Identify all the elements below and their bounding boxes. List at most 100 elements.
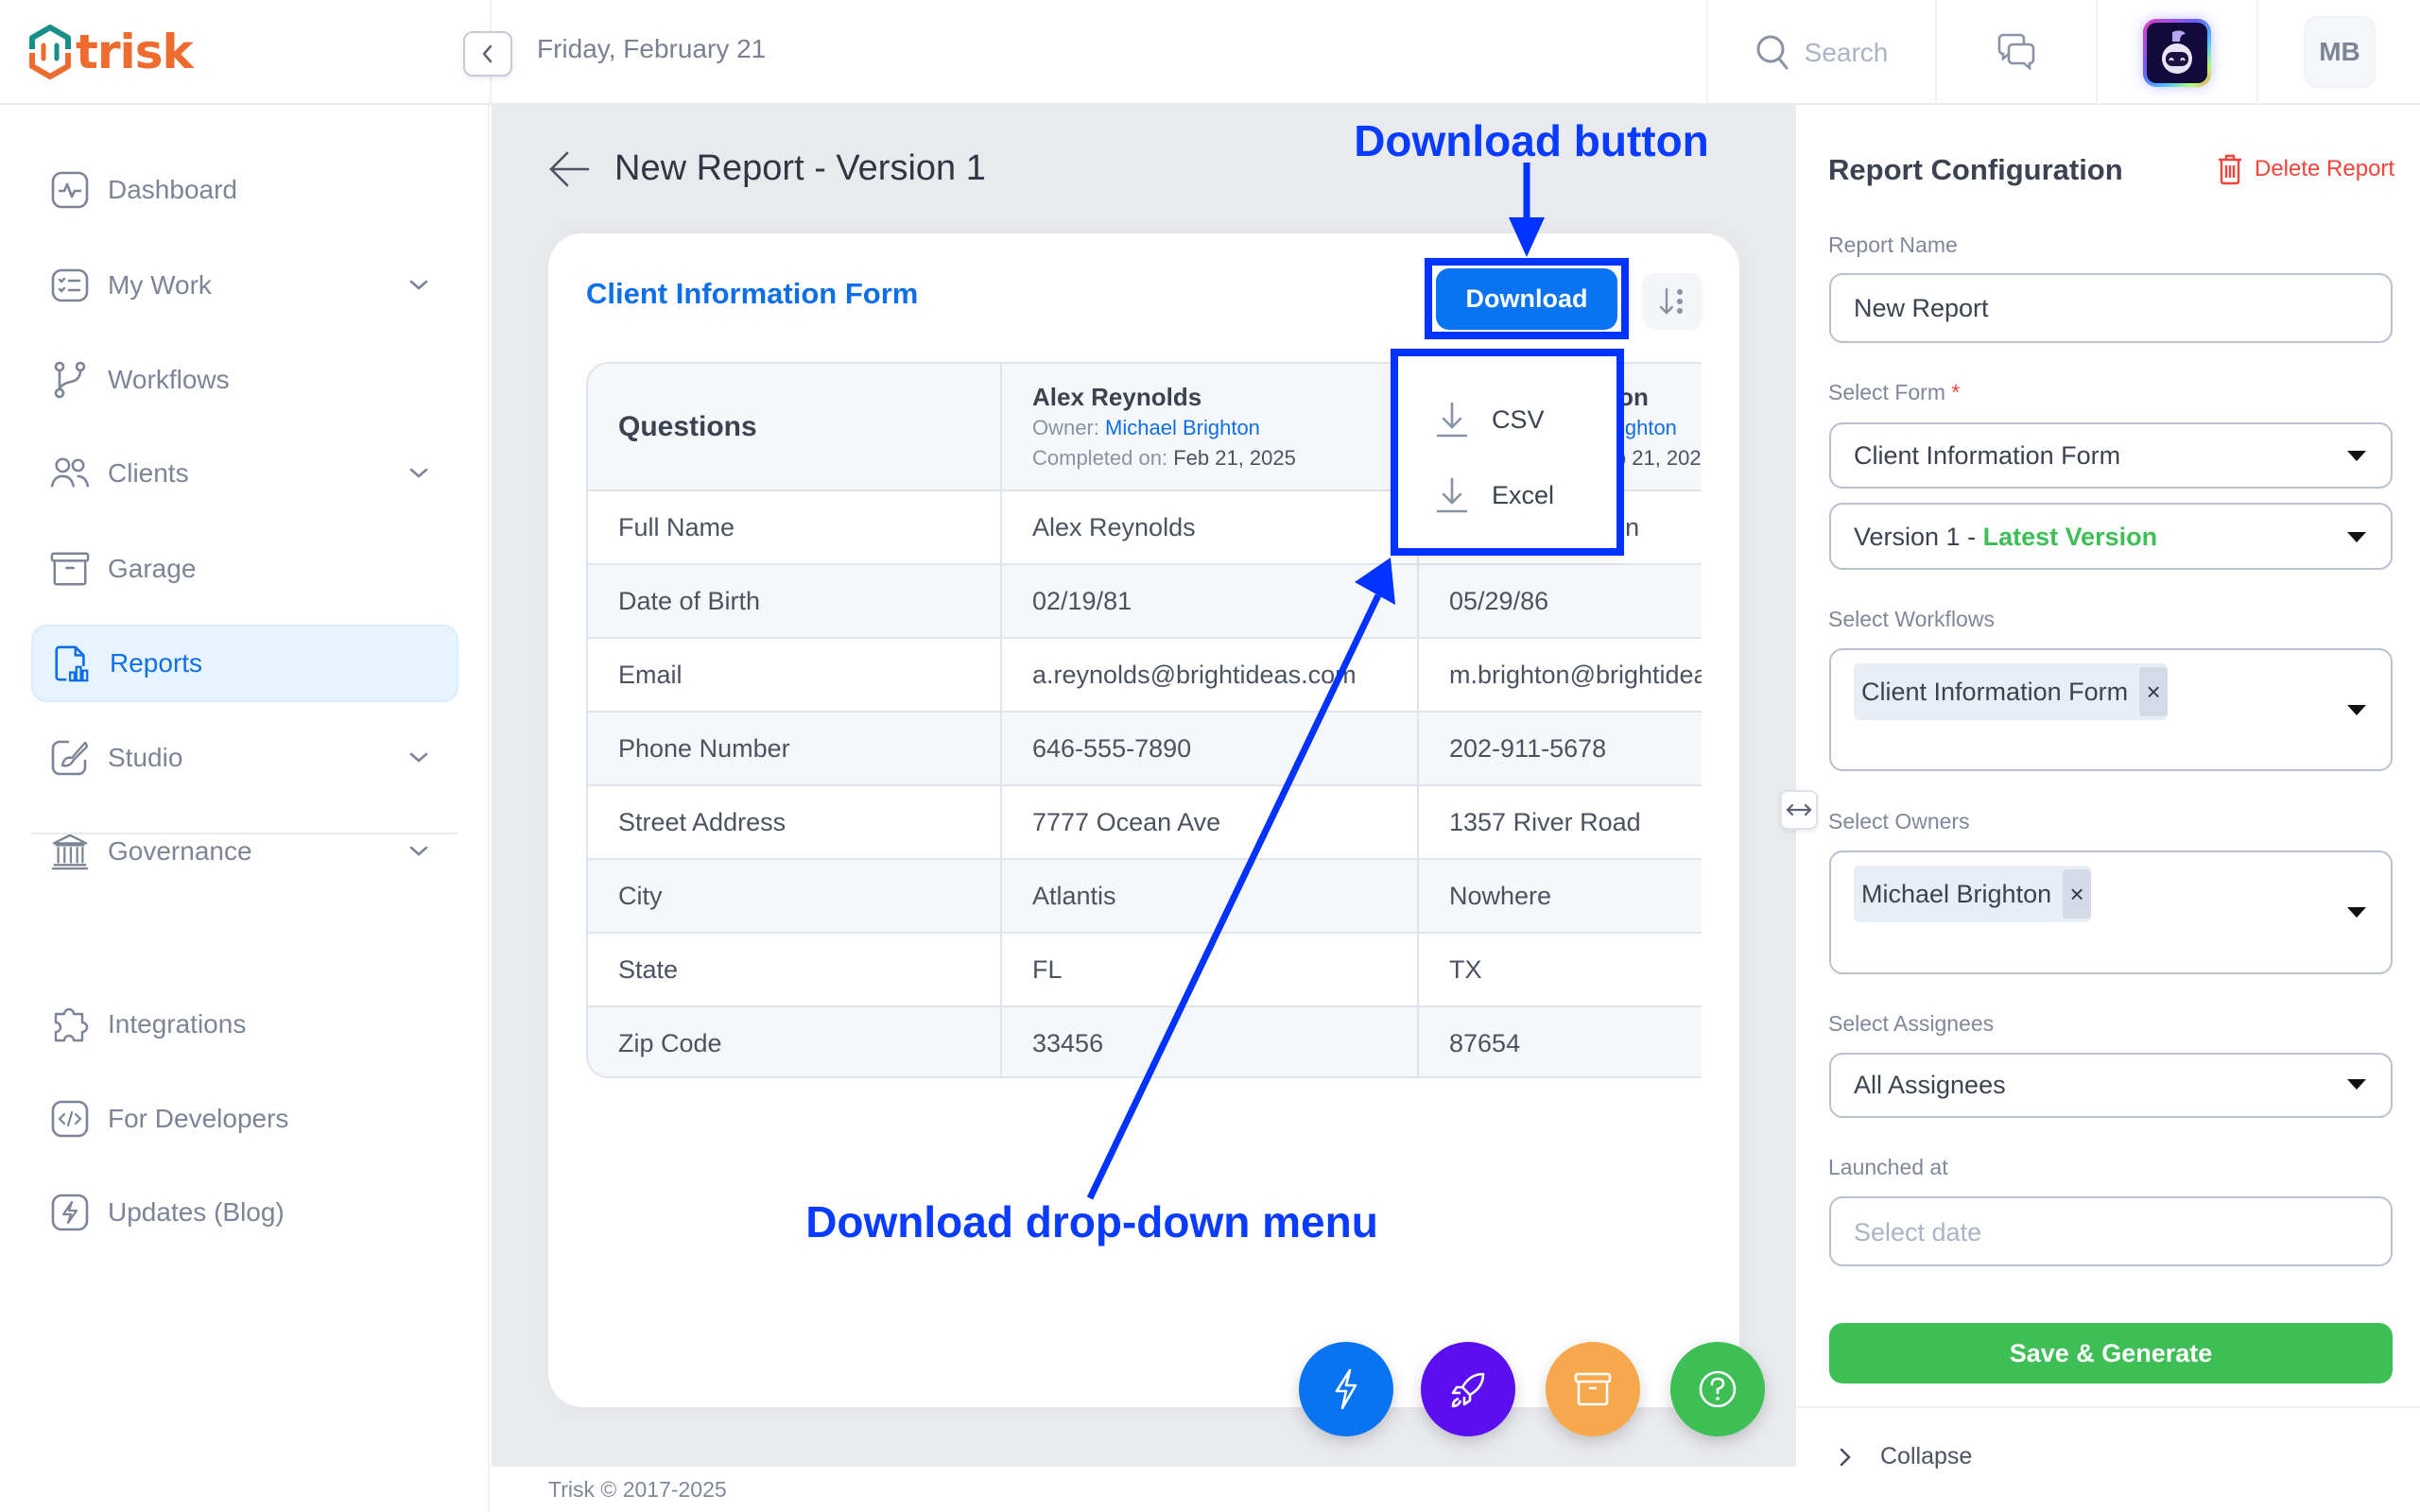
launched-at-label: Launched at bbox=[1828, 1155, 1948, 1179]
answer-cell: 33456 bbox=[1001, 1006, 1419, 1076]
report-name-label: Report Name bbox=[1828, 232, 1958, 257]
git-branch-icon bbox=[50, 360, 90, 400]
ai-assistant-button[interactable] bbox=[2098, 0, 2256, 105]
save-and-generate-button[interactable]: Save & Generate bbox=[1829, 1323, 2393, 1383]
question-cell: Street Address bbox=[588, 785, 1002, 860]
answer-cell: Atlantis bbox=[1001, 859, 1419, 934]
select-workflows-label: Select Workflows bbox=[1828, 607, 1995, 631]
rocket-icon bbox=[1451, 1372, 1485, 1408]
puzzle-icon bbox=[50, 1005, 90, 1044]
chevron-down-icon[interactable] bbox=[406, 745, 432, 771]
search-placeholder: Search bbox=[1804, 37, 1889, 67]
quick-action-fab[interactable] bbox=[1299, 1342, 1393, 1436]
assistant-frame bbox=[2143, 18, 2211, 87]
sort-icon bbox=[1659, 287, 1683, 315]
caret-down-icon bbox=[2347, 532, 2366, 542]
respondent-name: Alex Reynolds bbox=[1032, 382, 1202, 411]
select-form-value: Client Information Form bbox=[1854, 441, 2121, 470]
sidebar-item-my-work[interactable]: My Work bbox=[31, 247, 458, 324]
collapse-sidebar-button[interactable] bbox=[463, 31, 512, 77]
sidebar-item-dashboard[interactable]: Dashboard bbox=[31, 151, 458, 229]
question-cell: Full Name bbox=[588, 490, 1002, 565]
help-fab[interactable] bbox=[1670, 1342, 1765, 1436]
archive-fab[interactable] bbox=[1546, 1342, 1640, 1436]
table-row: State FL TX bbox=[588, 933, 1702, 1007]
owner-link[interactable]: Michael Brighton bbox=[1105, 416, 1260, 439]
owner-chip: Michael Brighton × bbox=[1854, 866, 2092, 922]
answer-cell: 05/29/86 bbox=[1418, 564, 1702, 639]
workflow-chip: Client Information Form × bbox=[1854, 663, 2169, 720]
chevron-left-icon bbox=[482, 44, 493, 63]
launched-at-placeholder: Select date bbox=[1854, 1218, 1982, 1246]
chevron-down-icon[interactable] bbox=[406, 272, 432, 299]
form-title[interactable]: Client Information Form bbox=[586, 277, 918, 311]
panel-resize-handle[interactable] bbox=[1780, 790, 1818, 830]
chip-remove-icon[interactable]: × bbox=[2139, 667, 2169, 716]
version-text: Version 1 - bbox=[1854, 523, 1983, 551]
report-chart-icon bbox=[52, 644, 92, 683]
report-name-value: New Report bbox=[1854, 294, 1989, 322]
chat-bubbles-icon bbox=[1997, 33, 2035, 71]
panel-title: Report Configuration bbox=[1828, 153, 2123, 186]
launched-at-date-input[interactable]: Select date bbox=[1829, 1196, 2393, 1266]
chevron-down-icon[interactable] bbox=[406, 460, 432, 487]
collapse-label: Collapse bbox=[1880, 1443, 1973, 1469]
select-form-dropdown[interactable]: Client Information Form bbox=[1829, 422, 2393, 489]
question-cell: Email bbox=[588, 638, 1002, 713]
sidebar-item-garage[interactable]: Garage bbox=[31, 530, 458, 608]
select-assignees-label: Select Assignees bbox=[1828, 1011, 1995, 1036]
select-assignees-dropdown[interactable]: All Assignees bbox=[1829, 1053, 2393, 1118]
launch-fab[interactable] bbox=[1421, 1342, 1515, 1436]
sidebar-item-label: Workflows bbox=[108, 365, 230, 394]
select-owners-multiselect[interactable]: Michael Brighton × bbox=[1829, 850, 2393, 974]
current-date: Friday, February 21 bbox=[537, 34, 767, 63]
respondent-header: Alex Reynolds Owner: Michael Brighton Co… bbox=[1001, 364, 1419, 491]
sidebar-item-label: For Developers bbox=[108, 1104, 289, 1133]
sidebar-item-integrations[interactable]: Integrations bbox=[31, 986, 458, 1063]
table-row: Date of Birth 02/19/81 05/29/86 bbox=[588, 564, 1702, 639]
sidebar-item-reports[interactable]: Reports bbox=[31, 625, 458, 702]
search-button[interactable]: Search bbox=[1708, 0, 1935, 105]
chip-label: Michael Brighton bbox=[1861, 879, 2052, 908]
sidebar-item-workflows[interactable]: Workflows bbox=[31, 341, 458, 419]
lightning-icon bbox=[1335, 1368, 1357, 1410]
sidebar-item-updates-blog[interactable]: Updates (Blog) bbox=[31, 1174, 458, 1251]
chevron-right-icon bbox=[1840, 1448, 1851, 1466]
sidebar-item-label: Clients bbox=[108, 458, 189, 488]
archive-icon bbox=[1574, 1372, 1612, 1406]
code-icon bbox=[50, 1099, 90, 1139]
chevron-down-icon[interactable] bbox=[406, 838, 432, 865]
collapse-panel-button[interactable]: Collapse bbox=[1839, 1443, 1972, 1470]
trisk-logo[interactable]: trisk bbox=[28, 25, 194, 79]
user-avatar[interactable]: MB bbox=[2304, 16, 2376, 88]
chip-remove-icon[interactable]: × bbox=[2063, 869, 2092, 919]
question-cell: Zip Code bbox=[588, 1006, 1002, 1076]
answer-cell: 87654 bbox=[1418, 1006, 1702, 1076]
sidebar-item-for-developers[interactable]: For Developers bbox=[31, 1080, 458, 1158]
answer-cell: TX bbox=[1418, 933, 1702, 1007]
answer-cell: 202-911-5678 bbox=[1418, 712, 1702, 786]
sidebar-item-studio[interactable]: Studio bbox=[31, 719, 458, 797]
arrow-left-icon bbox=[549, 151, 590, 187]
messages-button[interactable] bbox=[1937, 0, 2096, 105]
sort-button[interactable] bbox=[1642, 273, 1703, 330]
select-version-value: Version 1 - Latest Version bbox=[1854, 523, 2157, 552]
table-row: City Atlantis Nowhere bbox=[588, 859, 1702, 934]
report-name-input[interactable]: New Report bbox=[1829, 273, 2393, 343]
chip-label: Client Information Form bbox=[1861, 677, 2129, 706]
sidebar-item-clients[interactable]: Clients bbox=[31, 435, 458, 512]
table-row: Email a.reynolds@brightideas.com m.brighto… bbox=[588, 638, 1702, 713]
sidebar-item-label: Integrations bbox=[108, 1009, 247, 1039]
select-form-label-text: Select Form bbox=[1828, 380, 1945, 404]
answer-cell: 7777 Ocean Ave bbox=[1001, 785, 1419, 860]
table-row: Zip Code 33456 87654 bbox=[588, 1006, 1702, 1076]
delete-report-button[interactable]: Delete Report bbox=[2217, 153, 2394, 185]
select-workflows-multiselect[interactable]: Client Information Form × bbox=[1829, 648, 2393, 771]
trash-icon bbox=[2219, 154, 2241, 185]
select-version-dropdown[interactable]: Version 1 - Latest Version bbox=[1829, 503, 2393, 570]
answer-cell: Nowhere bbox=[1418, 859, 1702, 934]
sidebar-item-governance[interactable]: Governance bbox=[31, 813, 458, 890]
sidebar-divider bbox=[31, 833, 458, 834]
back-button[interactable] bbox=[548, 147, 592, 191]
annotation-dropdown-label: Download drop-down menu bbox=[805, 1197, 1378, 1246]
